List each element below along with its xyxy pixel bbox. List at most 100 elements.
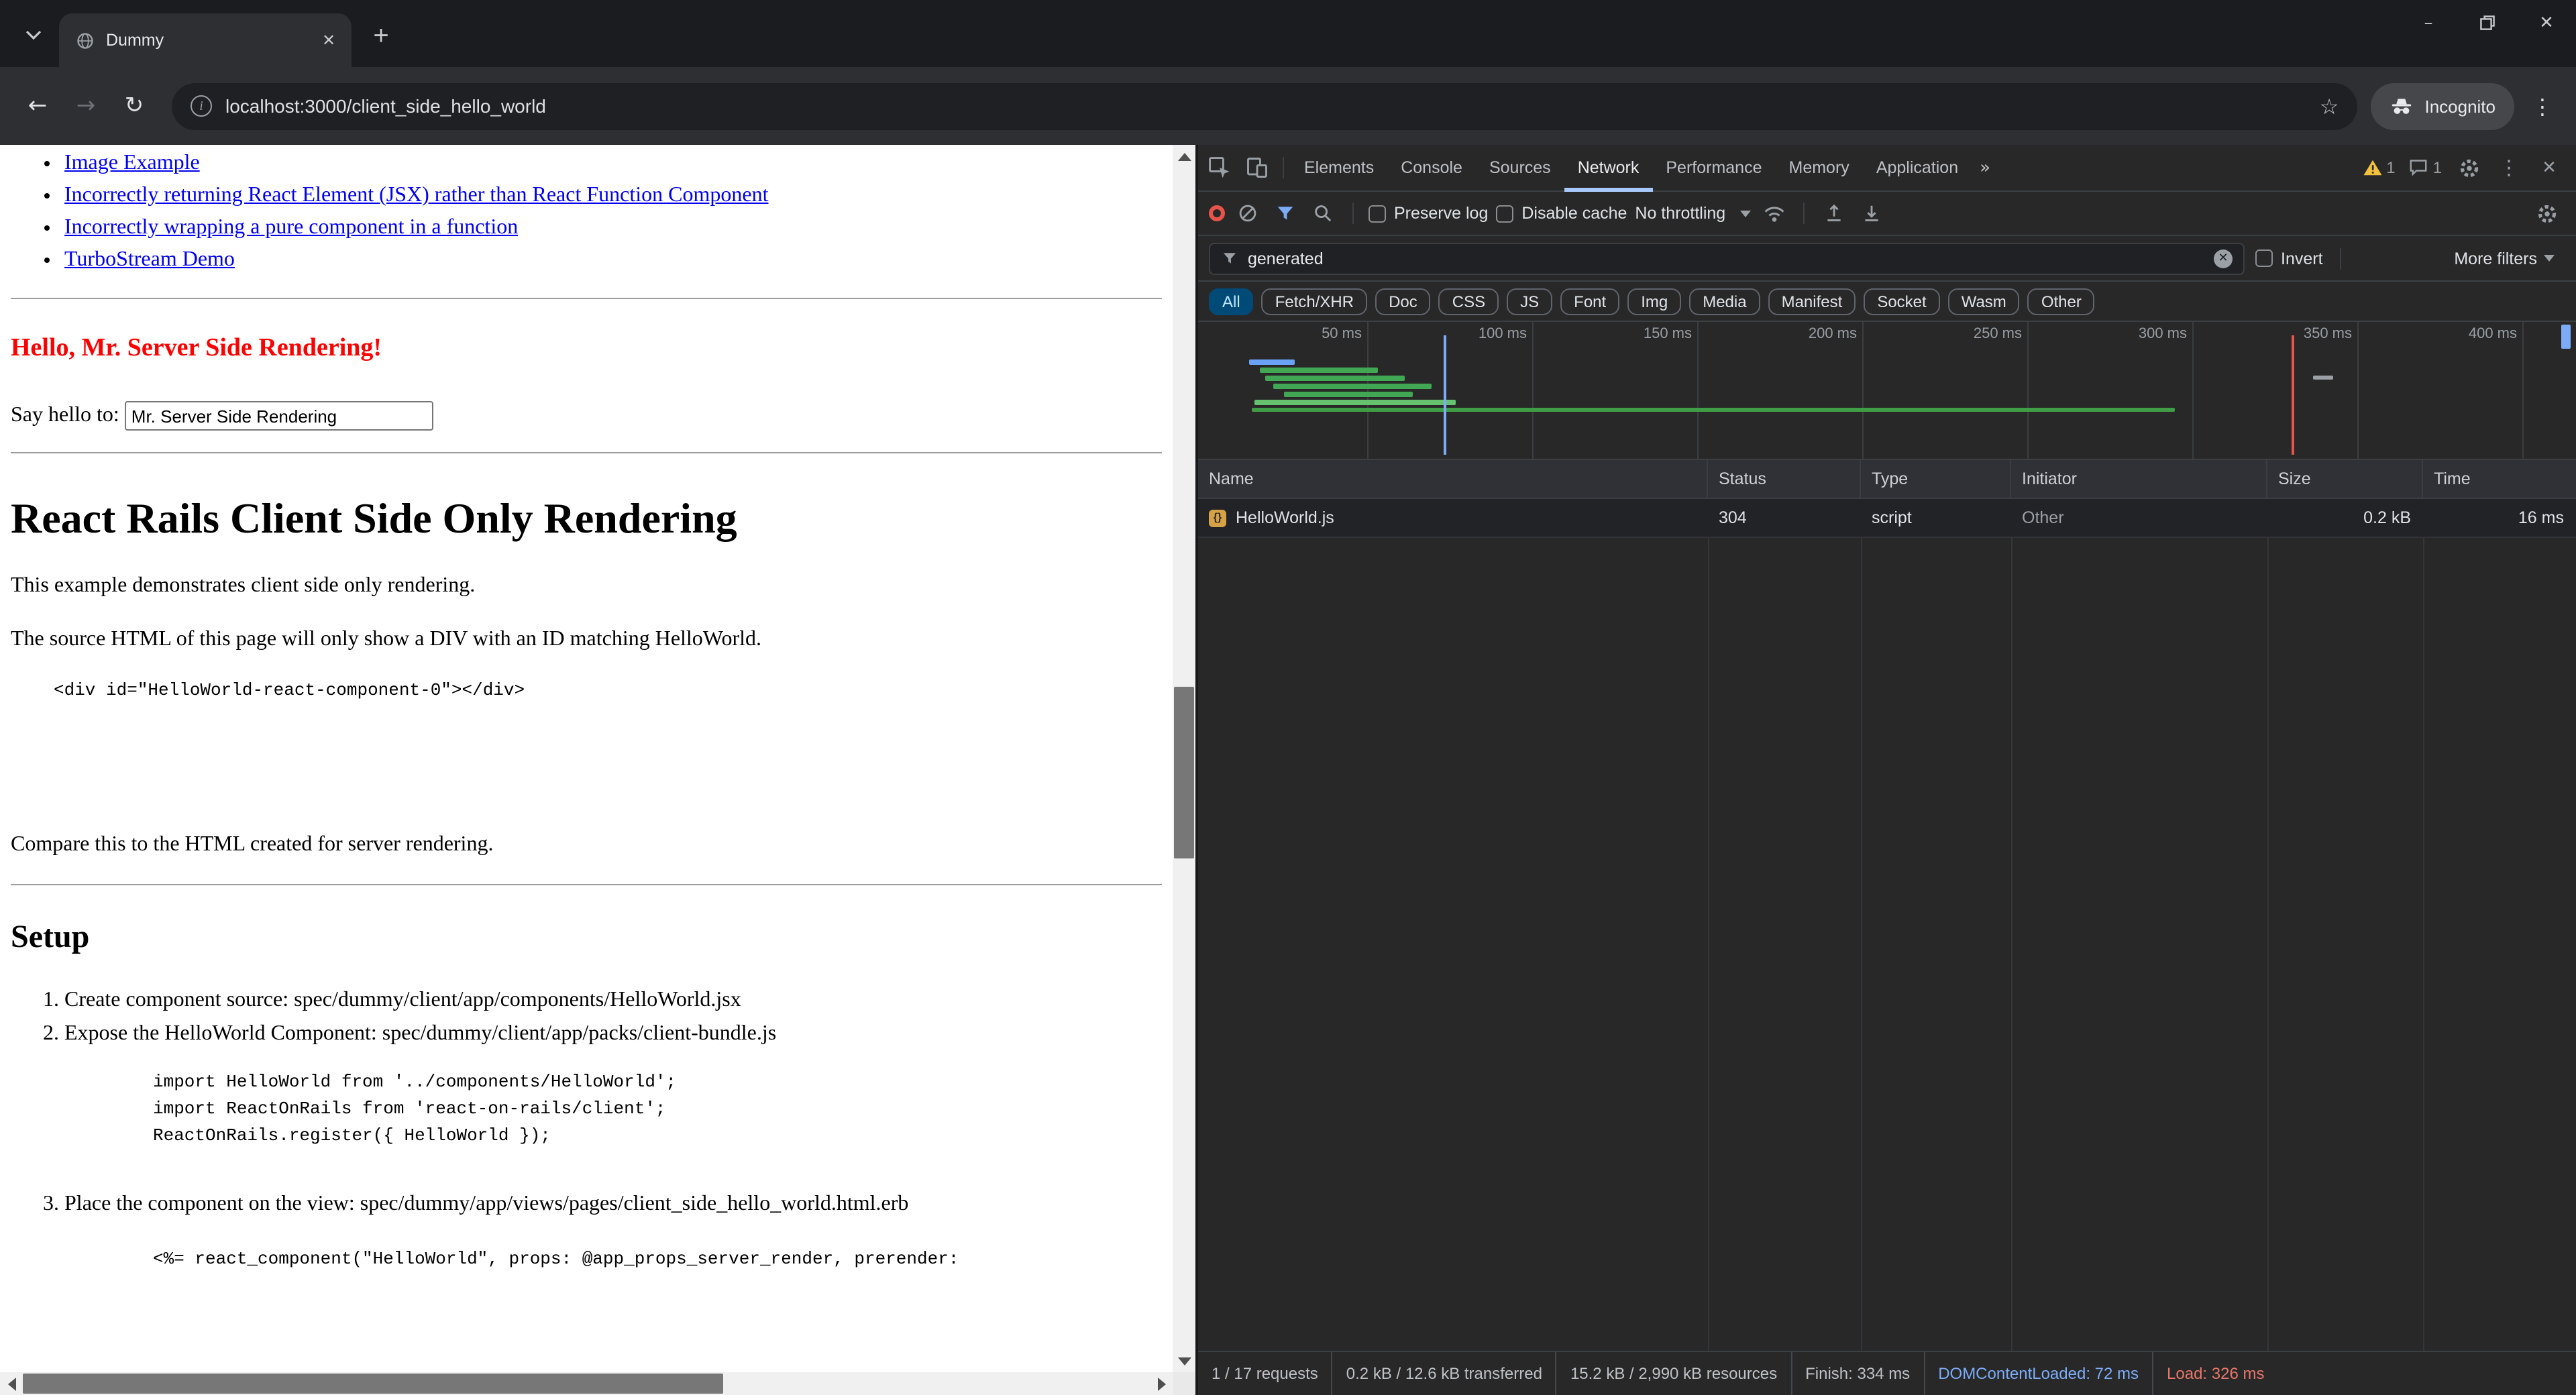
page-link[interactable]: TurboStream Demo xyxy=(64,248,235,271)
page-link[interactable]: Image Example xyxy=(64,152,200,174)
filter-input[interactable]: generated ✕ xyxy=(1209,242,2245,274)
name-input[interactable] xyxy=(125,401,433,431)
preserve-log-checkbox[interactable]: Preserve log xyxy=(1368,204,1488,223)
more-tabs-chevrons[interactable]: » xyxy=(1972,158,1998,178)
chip-doc[interactable]: Doc xyxy=(1375,288,1431,315)
close-window-button[interactable]: ✕ xyxy=(2517,0,2576,46)
chip-img[interactable]: Img xyxy=(1627,288,1681,315)
chip-wasm[interactable]: Wasm xyxy=(1948,288,2020,315)
restore-button[interactable] xyxy=(2458,0,2517,46)
devtools-settings-gear-icon[interactable] xyxy=(2450,149,2487,186)
scroll-down-button[interactable] xyxy=(1173,1349,1195,1372)
network-settings-gear-icon[interactable] xyxy=(2528,194,2565,232)
tab-console[interactable]: Console xyxy=(1387,144,1476,191)
browser-tab[interactable]: Dummy ✕ xyxy=(59,13,352,67)
devtools-menu-kebab-icon[interactable]: ⋮ xyxy=(2490,149,2528,186)
clear-filter-icon[interactable]: ✕ xyxy=(2214,249,2233,268)
setup-step: Create component source: spec/dummy/clie… xyxy=(64,983,1162,1017)
tab-network[interactable]: Network xyxy=(1564,144,1653,191)
table-row[interactable]: {} HelloWorld.js 304 script Other 0.2 kB… xyxy=(1198,499,2576,538)
export-har-icon[interactable] xyxy=(1857,194,1886,232)
tab-memory[interactable]: Memory xyxy=(1776,144,1863,191)
checkbox[interactable] xyxy=(1368,205,1386,222)
url-text[interactable]: localhost:3000/client_side_hello_world xyxy=(225,95,2306,117)
favicon-globe-icon xyxy=(75,30,95,50)
tab-application[interactable]: Application xyxy=(1863,144,1972,191)
chip-css[interactable]: CSS xyxy=(1439,288,1499,315)
forward-button[interactable]: → xyxy=(64,85,107,127)
devtools-close-icon[interactable]: ✕ xyxy=(2530,149,2568,186)
timeline-tick: 200 ms xyxy=(1768,326,1857,342)
chip-manifest[interactable]: Manifest xyxy=(1768,288,1856,315)
chip-media[interactable]: Media xyxy=(1689,288,1760,315)
search-icon[interactable] xyxy=(1308,194,1338,232)
throttling-dropdown[interactable]: No throttling xyxy=(1635,204,1751,223)
column-header-name[interactable]: Name xyxy=(1198,460,1708,498)
import-har-icon[interactable] xyxy=(1819,194,1849,232)
table-header: Name Status Type Initiator Size Time xyxy=(1198,460,2576,499)
bookmark-star-icon[interactable]: ☆ xyxy=(2320,93,2339,119)
back-button[interactable]: ← xyxy=(16,85,59,127)
filter-funnel-icon[interactable] xyxy=(1271,194,1300,232)
waterfall-bar xyxy=(1254,400,1456,405)
warning-triangle-icon xyxy=(2362,158,2382,177)
site-info-icon[interactable]: i xyxy=(191,95,212,117)
column-header-initiator[interactable]: Initiator xyxy=(2011,460,2267,498)
load-marker-line xyxy=(2292,335,2294,455)
horizontal-scrollbar[interactable] xyxy=(0,1372,1173,1395)
chip-all[interactable]: All xyxy=(1209,288,1254,315)
page-link[interactable]: Incorrectly returning React Element (JSX… xyxy=(64,184,768,207)
transferred-size: 0.2 kB / 12.6 kB transferred xyxy=(1333,1352,1557,1395)
chip-fetch-xhr[interactable]: Fetch/XHR xyxy=(1262,288,1367,315)
chip-other[interactable]: Other xyxy=(2028,288,2095,315)
tab-elements[interactable]: Elements xyxy=(1291,144,1387,191)
browser-menu-kebab-icon[interactable]: ⋮ xyxy=(2522,86,2563,126)
issues-badge[interactable]: 1 xyxy=(2404,158,2447,177)
tab-close-icon[interactable]: ✕ xyxy=(317,28,341,52)
scroll-left-button[interactable] xyxy=(0,1372,23,1395)
tab-performance[interactable]: Performance xyxy=(1652,144,1775,191)
chip-socket[interactable]: Socket xyxy=(1864,288,1939,315)
chip-font[interactable]: Font xyxy=(1560,288,1619,315)
device-toolbar-icon[interactable] xyxy=(1238,149,1276,186)
clear-network-log-icon[interactable] xyxy=(1233,194,1263,232)
vertical-scrollbar-thumb[interactable] xyxy=(1174,687,1194,858)
disable-cache-checkbox[interactable]: Disable cache xyxy=(1496,204,1627,223)
network-overview-timeline[interactable]: 50 ms 100 ms 150 ms 200 ms 250 ms 300 ms… xyxy=(1198,322,2576,460)
filter-text-value[interactable]: generated xyxy=(1248,249,2204,268)
column-header-size[interactable]: Size xyxy=(2267,460,2423,498)
more-filters-dropdown[interactable]: More filters xyxy=(2454,249,2565,268)
address-bar[interactable]: i localhost:3000/client_side_hello_world… xyxy=(172,82,2357,129)
empty-component-area xyxy=(11,700,1162,805)
network-conditions-icon[interactable] xyxy=(1759,194,1788,232)
chip-js[interactable]: JS xyxy=(1507,288,1552,315)
tab-sources[interactable]: Sources xyxy=(1476,144,1564,191)
request-time: 16 ms xyxy=(2423,499,2576,537)
new-tab-button[interactable]: + xyxy=(362,17,400,55)
warnings-badge[interactable]: 1 xyxy=(2357,158,2400,177)
navigation-toolbar: ← → ↻ i localhost:3000/client_side_hello… xyxy=(0,67,2576,145)
checkbox[interactable] xyxy=(2255,249,2273,267)
record-network-log-button[interactable] xyxy=(1209,205,1225,221)
reload-button[interactable]: ↻ xyxy=(113,85,156,127)
page-link[interactable]: Incorrectly wrapping a pure component in… xyxy=(64,216,518,239)
invert-filter-checkbox[interactable]: Invert xyxy=(2255,249,2323,268)
vertical-scrollbar[interactable] xyxy=(1173,145,1195,1372)
checkbox[interactable] xyxy=(1496,205,1513,222)
timeline-tick: 100 ms xyxy=(1438,326,1527,342)
browser-window: Dummy ✕ + – ✕ ← → ↻ i localhost:3000/cli… xyxy=(0,0,2576,1395)
request-size: 0.2 kB xyxy=(2267,499,2423,537)
inspect-element-icon[interactable] xyxy=(1201,149,1238,186)
scroll-up-button[interactable] xyxy=(1173,145,1195,168)
column-header-type[interactable]: Type xyxy=(1861,460,2011,498)
scroll-right-button[interactable] xyxy=(1150,1372,1173,1395)
column-header-status[interactable]: Status xyxy=(1708,460,1861,498)
minimize-button[interactable]: – xyxy=(2399,0,2458,46)
tab-search-chevron-icon[interactable] xyxy=(13,15,54,55)
waterfall-bar xyxy=(1260,368,1378,373)
column-header-time[interactable]: Time xyxy=(2423,460,2576,498)
request-name: HelloWorld.js xyxy=(1236,499,1334,537)
devtools-panel: Elements Console Sources Network Perform… xyxy=(1195,145,2576,1395)
list-item: Incorrectly wrapping a pure component in… xyxy=(64,212,1162,244)
horizontal-scrollbar-thumb[interactable] xyxy=(23,1374,723,1394)
